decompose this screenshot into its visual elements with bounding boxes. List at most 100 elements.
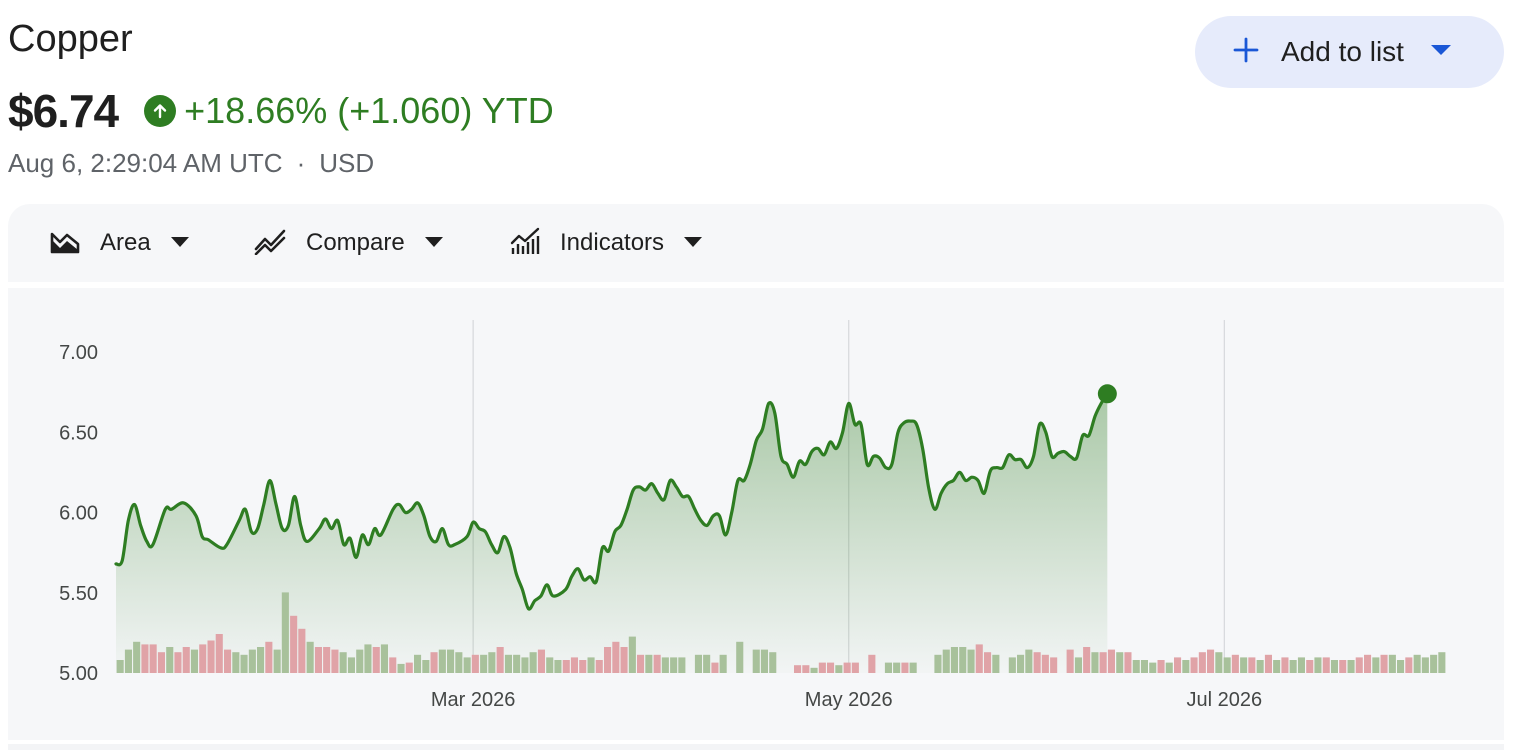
volume-bar — [604, 647, 612, 673]
volume-bar — [1165, 662, 1173, 673]
volume-bar — [166, 647, 174, 673]
volume-bar — [298, 628, 306, 673]
volume-bar — [884, 662, 892, 673]
volume-bar — [1116, 652, 1124, 673]
volume-bar — [480, 654, 488, 673]
volume-bar — [901, 662, 909, 673]
volume-bar — [736, 641, 744, 673]
volume-bar — [1355, 657, 1363, 673]
volume-bar — [1198, 652, 1206, 673]
volume-bar — [149, 644, 157, 673]
volume-bar — [678, 657, 686, 673]
volume-bar — [1124, 652, 1132, 673]
volume-bar — [794, 665, 802, 673]
volume-bar — [984, 652, 992, 673]
quote-meta: Aug 6, 2:29:04 AM UTC · USD — [8, 148, 374, 179]
price-chart[interactable]: 5.00 5.50 6.00 6.50 7.00 Mar 2026 May 2026 Jul… — [8, 288, 1504, 740]
volume-bar — [224, 649, 232, 673]
volume-bar — [760, 649, 768, 673]
volume-bar — [488, 652, 496, 673]
volume-bar — [934, 654, 942, 673]
volume-bar — [719, 654, 727, 673]
volume-bar — [323, 647, 331, 673]
volume-bar — [471, 654, 479, 673]
volume-bar — [579, 660, 587, 673]
volume-bar — [1405, 657, 1413, 673]
x-tick-label: May 2026 — [805, 689, 893, 711]
volume-bar — [546, 657, 554, 673]
volume-bar — [595, 660, 603, 673]
volume-bar — [405, 662, 413, 673]
volume-bar — [1273, 660, 1281, 673]
volume-bar — [670, 657, 678, 673]
volume-bar — [1231, 654, 1239, 673]
chevron-down-icon — [170, 234, 189, 252]
compare-button[interactable]: Compare — [254, 204, 443, 282]
volume-bar — [364, 644, 372, 673]
volume-bar — [414, 654, 422, 673]
volume-bar — [1050, 657, 1058, 673]
volume-bar — [389, 657, 397, 673]
chart-type-area-button[interactable]: Area — [50, 204, 189, 282]
volume-bar — [422, 660, 430, 673]
volume-bar — [1339, 660, 1347, 673]
volume-bar — [1380, 654, 1388, 673]
quote-timestamp: Aug 6, 2:29:04 AM UTC — [8, 148, 283, 178]
volume-bar — [1430, 654, 1438, 673]
volume-bar — [628, 636, 636, 673]
volume-bar — [347, 657, 355, 673]
volume-bar — [1149, 662, 1157, 673]
y-tick-label: 6.50 — [59, 422, 98, 444]
volume-bar — [463, 657, 471, 673]
volume-bar — [157, 652, 165, 673]
volume-bar — [1421, 657, 1429, 673]
volume-bar — [868, 654, 876, 673]
add-to-list-button[interactable]: Add to list — [1195, 16, 1504, 88]
volume-bar — [248, 649, 256, 673]
volume-bar — [190, 649, 198, 673]
volume-bar — [1372, 657, 1380, 673]
volume-bar — [380, 644, 388, 673]
volume-bar — [1066, 649, 1074, 673]
volume-bar — [992, 654, 1000, 673]
volume-bar — [1215, 652, 1223, 673]
volume-bar — [1017, 654, 1025, 673]
volume-bar — [1347, 660, 1355, 673]
chart-panel: 5.00 5.50 6.00 6.50 7.00 Mar 2026 May 2026 Jul… — [8, 288, 1504, 740]
volume-bar — [504, 654, 512, 673]
price-row: $6.74 +18.66% (+1.060) YTD — [8, 84, 554, 138]
current-price: $6.74 — [8, 85, 119, 137]
volume-bar — [1281, 657, 1289, 673]
volume-bar — [529, 652, 537, 673]
volume-bar — [835, 665, 843, 673]
volume-bar — [124, 649, 132, 673]
chevron-down-icon — [684, 234, 703, 252]
volume-bar — [1240, 657, 1248, 673]
volume-bar — [331, 649, 339, 673]
volume-bar — [232, 652, 240, 673]
y-tick-label: 5.00 — [59, 663, 98, 685]
x-tick-label: Mar 2026 — [431, 689, 516, 711]
arrow-up-icon — [144, 95, 177, 127]
chevron-down-icon[interactable] — [1430, 43, 1452, 61]
volume-bar — [1306, 660, 1314, 673]
volume-bar — [570, 657, 578, 673]
indicators-button[interactable]: Indicators — [510, 204, 703, 282]
volume-bar — [1289, 660, 1297, 673]
meta-separator: · — [296, 148, 306, 178]
volume-bar — [1248, 657, 1256, 673]
volume-bar — [851, 662, 859, 673]
volume-bar — [752, 649, 760, 673]
ytd-change: +18.66% (+1.060) YTD — [184, 90, 554, 131]
volume-bar — [430, 652, 438, 673]
volume-bar — [1330, 660, 1338, 673]
volume-bar — [447, 649, 455, 673]
volume-bar — [620, 647, 628, 673]
volume-bar — [1132, 660, 1140, 673]
volume-bar — [769, 652, 777, 673]
volume-bar — [703, 654, 711, 673]
volume-bar — [1033, 652, 1041, 673]
volume-bar — [893, 662, 901, 673]
chevron-down-icon — [424, 234, 443, 252]
volume-bar — [1099, 652, 1107, 673]
